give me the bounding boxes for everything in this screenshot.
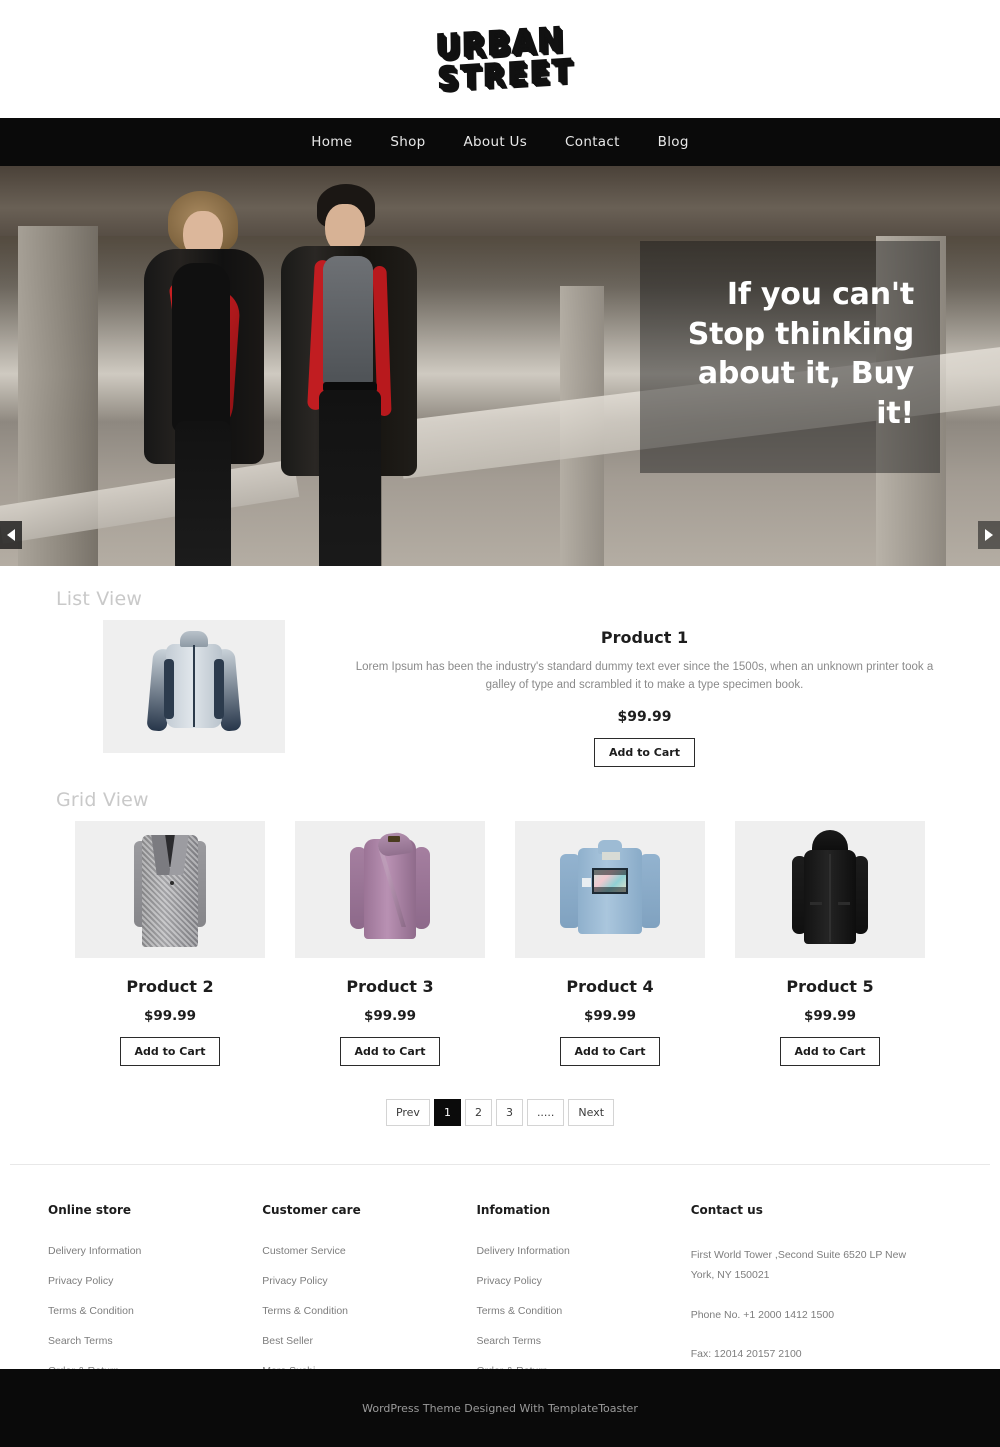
product-1-image[interactable]: [103, 620, 285, 753]
nav-item-blog[interactable]: Blog: [639, 134, 708, 150]
footer-link-privacy-policy[interactable]: Privacy Policy: [48, 1275, 236, 1287]
denim-jacket-illustration: [558, 838, 662, 940]
nav-list: Home Shop About Us Contact Blog: [292, 134, 707, 150]
site-footer: Online store Delivery Information Privac…: [0, 1164, 1000, 1395]
product-4-add-to-cart-button[interactable]: Add to Cart: [559, 1036, 661, 1066]
model-man: [275, 176, 425, 566]
list-view-product: Product 1 Lorem Ipsum has been the indus…: [0, 620, 1000, 767]
slider-next-button[interactable]: [978, 521, 1000, 549]
footer-link-terms-condition[interactable]: Terms & Condition: [48, 1305, 236, 1317]
product-5-add-to-cart-button[interactable]: Add to Cart: [779, 1036, 881, 1066]
product-1-add-to-cart-button[interactable]: Add to Cart: [594, 737, 695, 767]
footer-bottom-bar: WordPress Theme Designed With TemplateTo…: [0, 1369, 1000, 1447]
model-woman: [130, 171, 275, 566]
black-parka-illustration: [786, 830, 874, 948]
product-4-price: $99.99: [583, 1007, 637, 1024]
nav-item-contact[interactable]: Contact: [546, 134, 639, 150]
product-2-image[interactable]: [75, 820, 265, 958]
nav-item-about-us[interactable]: About Us: [445, 134, 547, 150]
nav-item-shop[interactable]: Shop: [371, 134, 444, 150]
product-card-2: Product 2 $99.99 Add to Cart: [75, 820, 265, 1066]
footer-link-delivery-information[interactable]: Delivery Information: [48, 1245, 236, 1257]
site-logo[interactable]: URBAN STREET: [420, 19, 580, 98]
footer-link-terms-condition-3[interactable]: Terms & Condition: [476, 1305, 664, 1317]
product-4-image[interactable]: [515, 820, 705, 958]
purple-cardigan-illustration: [342, 830, 438, 945]
footer-title-information: Infomation: [476, 1202, 551, 1217]
logo-line-street: STREET: [436, 52, 574, 98]
product-2-add-to-cart-button[interactable]: Add to Cart: [119, 1036, 221, 1066]
nav-item-home[interactable]: Home: [292, 134, 371, 150]
footer-link-best-seller[interactable]: Best Seller: [262, 1335, 450, 1347]
product-5-image[interactable]: [735, 820, 925, 958]
pagination-next-button[interactable]: Next: [568, 1098, 615, 1126]
pagination-page-3[interactable]: 3: [495, 1098, 523, 1126]
product-5-price: $99.99: [803, 1007, 857, 1024]
arrow-right-icon: [985, 529, 993, 541]
footer-contact-fax: Fax: 12014 20157 2100: [690, 1348, 802, 1361]
footer-contact-phone: Phone No. +1 2000 1412 1500: [690, 1308, 835, 1321]
product-1-title: Product 1: [600, 628, 689, 647]
footer-link-customer-service[interactable]: Customer Service: [262, 1245, 450, 1257]
pagination-page-ellipsis[interactable]: .....: [526, 1098, 565, 1126]
footer-link-terms-condition-2[interactable]: Terms & Condition: [262, 1305, 450, 1317]
pagination-prev-button[interactable]: Prev: [385, 1098, 430, 1126]
slider-prev-button[interactable]: [0, 521, 22, 549]
hero-caption-box: If you can't Stop thinking about it, Buy…: [640, 241, 940, 474]
product-2-title: Product 2: [126, 976, 214, 996]
footer-title-customer-care: Customer care: [262, 1202, 361, 1217]
footer-contact-address: First World Tower ,Second Suite 6520 LP …: [690, 1248, 907, 1282]
footer-link-search-terms[interactable]: Search Terms: [48, 1335, 236, 1347]
footer-link-privacy-policy-3[interactable]: Privacy Policy: [476, 1275, 664, 1287]
product-card-4: Product 4 $99.99 Add to Cart: [515, 820, 705, 1066]
main-content: List View Product 1 Lorem Ipsum has been…: [0, 566, 1000, 1165]
footer-column-contact-us: Contact us First World Tower ,Second Sui…: [691, 1203, 952, 1395]
product-card-3: Product 3 $99.99 Add to Cart: [295, 820, 485, 1066]
product-card-5: Product 5 $99.99 Add to Cart: [735, 820, 925, 1066]
product-1-price: $99.99: [617, 708, 672, 725]
product-4-title: Product 4: [566, 976, 654, 996]
product-3-price: $99.99: [363, 1007, 417, 1024]
footer-column-online-store: Online store Delivery Information Privac…: [48, 1203, 262, 1395]
footer-link-privacy-policy-2[interactable]: Privacy Policy: [262, 1275, 450, 1287]
windbreaker-jacket-illustration: [146, 630, 242, 743]
product-3-title: Product 3: [346, 976, 434, 996]
footer-column-customer-care: Customer care Customer Service Privacy P…: [262, 1203, 476, 1395]
footer-title-contact-us: Contact us: [690, 1202, 763, 1217]
pagination-page-1[interactable]: 1: [433, 1098, 461, 1126]
list-view-heading: List View: [56, 588, 143, 610]
footer-credit-text: WordPress Theme Designed With TemplateTo…: [362, 1401, 638, 1415]
main-navigation: Home Shop About Us Contact Blog: [0, 118, 1000, 166]
product-1-description: Lorem Ipsum has been the industry's stan…: [355, 661, 934, 691]
footer-title-online-store: Online store: [48, 1202, 132, 1217]
pagination-page-2[interactable]: 2: [464, 1098, 492, 1126]
product-3-image[interactable]: [295, 820, 485, 958]
tweed-coat-illustration: [126, 829, 214, 949]
product-3-add-to-cart-button[interactable]: Add to Cart: [339, 1036, 441, 1066]
footer-link-delivery-information-2[interactable]: Delivery Information: [476, 1245, 664, 1257]
hero-slider: If you can't Stop thinking about it, Buy…: [0, 166, 1000, 566]
grid-view-heading: Grid View: [56, 788, 149, 811]
grid-view-products: Product 2 $99.99 Add to Cart Product 3 $…: [0, 820, 1000, 1066]
product-2-price: $99.99: [143, 1007, 197, 1024]
footer-column-information: Infomation Delivery Information Privacy …: [476, 1203, 690, 1395]
product-1-info: Product 1 Lorem Ipsum has been the indus…: [285, 620, 944, 767]
hero-caption-text: If you can't Stop thinking about it, Buy…: [687, 277, 914, 431]
footer-link-search-terms-2[interactable]: Search Terms: [476, 1335, 664, 1347]
product-5-title: Product 5: [786, 976, 874, 996]
site-header: URBAN STREET: [0, 0, 1000, 118]
pagination: Prev 1 2 3 ..... Next: [0, 1098, 1000, 1126]
arrow-left-icon: [7, 529, 15, 541]
